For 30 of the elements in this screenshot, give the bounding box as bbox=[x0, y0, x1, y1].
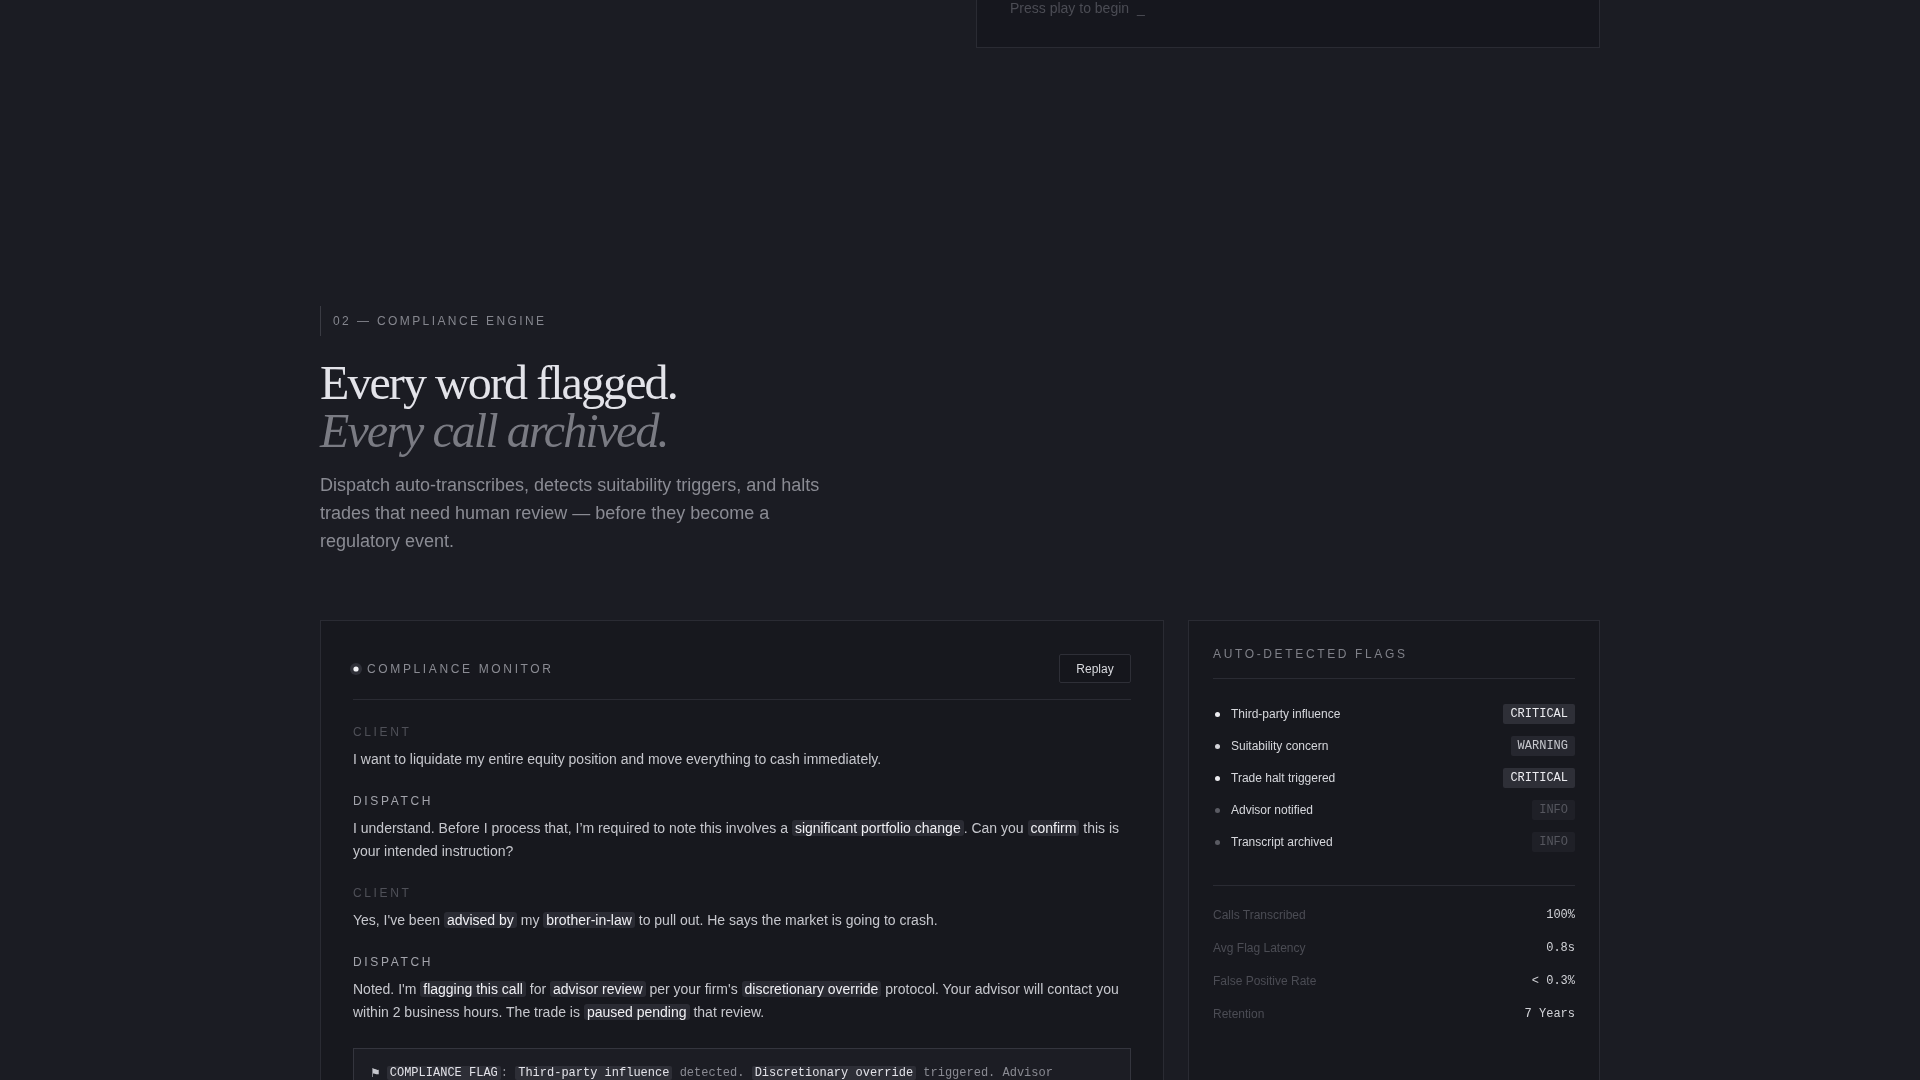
text-cursor: _ bbox=[1137, 0, 1145, 16]
speaker-label: CLIENT bbox=[353, 885, 412, 901]
message-text: Noted. I'm flagging this call for advisor review per your firm's discretionary override protocol. Your advisor will contact you within 2 business hours. The trade is paused pending that review. bbox=[353, 980, 1120, 1022]
headline: Every word flagged. bbox=[320, 359, 677, 407]
flag-label: Third-party influence bbox=[1231, 706, 1341, 722]
flag-label: Suitability concern bbox=[1231, 738, 1329, 754]
replay-button[interactable]: Replay bbox=[1059, 654, 1131, 683]
section-eyebrow: 02 — COMPLIANCE ENGINE bbox=[333, 313, 547, 329]
speaker-label: DISPATCH bbox=[353, 954, 433, 970]
flag-label: Advisor notified bbox=[1231, 802, 1314, 818]
flag-label: Trade halt triggered bbox=[1231, 770, 1336, 786]
severity-badge: CRITICAL bbox=[1503, 768, 1575, 788]
speaker-label: DISPATCH bbox=[353, 793, 433, 809]
severity-badge: WARNING bbox=[1510, 736, 1575, 756]
message-text: Yes, I've been advised by my brother-in-law to pull out. He says the market is going to crash. bbox=[353, 911, 939, 930]
flag-icon: ⚑ bbox=[370, 1061, 381, 1080]
stat-value: 100% bbox=[1546, 906, 1575, 923]
stat-value: 0.8s bbox=[1546, 939, 1575, 956]
monitor-title: COMPLIANCE MONITOR bbox=[367, 660, 554, 677]
message-text: I understand. Before I process that, I’m required to note this involves a significant portfolio change . Can you confirm this is your intended instruction? bbox=[353, 819, 1121, 861]
severity-badge: CRITICAL bbox=[1503, 704, 1575, 724]
flag-label: Transcript archived bbox=[1231, 834, 1333, 850]
stat-value: < 0.3% bbox=[1531, 972, 1575, 989]
section-description: Dispatch auto-transcribes, detects suitability triggers, and halts trades that need human review — before they become a regulatory event. bbox=[320, 474, 821, 553]
speaker-label: CLIENT bbox=[353, 724, 412, 740]
stat-value: 7 Years bbox=[1524, 1005, 1575, 1022]
message-text: I want to liquidate my entire equity position and move everything to cash immediately. bbox=[353, 750, 883, 769]
flag-note-text: COMPLIANCE FLAG : Third-party influence detected. Discretionary override triggered. Advisor bbox=[386, 1061, 1053, 1080]
live-dot-icon bbox=[350, 662, 362, 675]
flags-title: AUTO-DETECTED FLAGS bbox=[1213, 646, 1408, 662]
